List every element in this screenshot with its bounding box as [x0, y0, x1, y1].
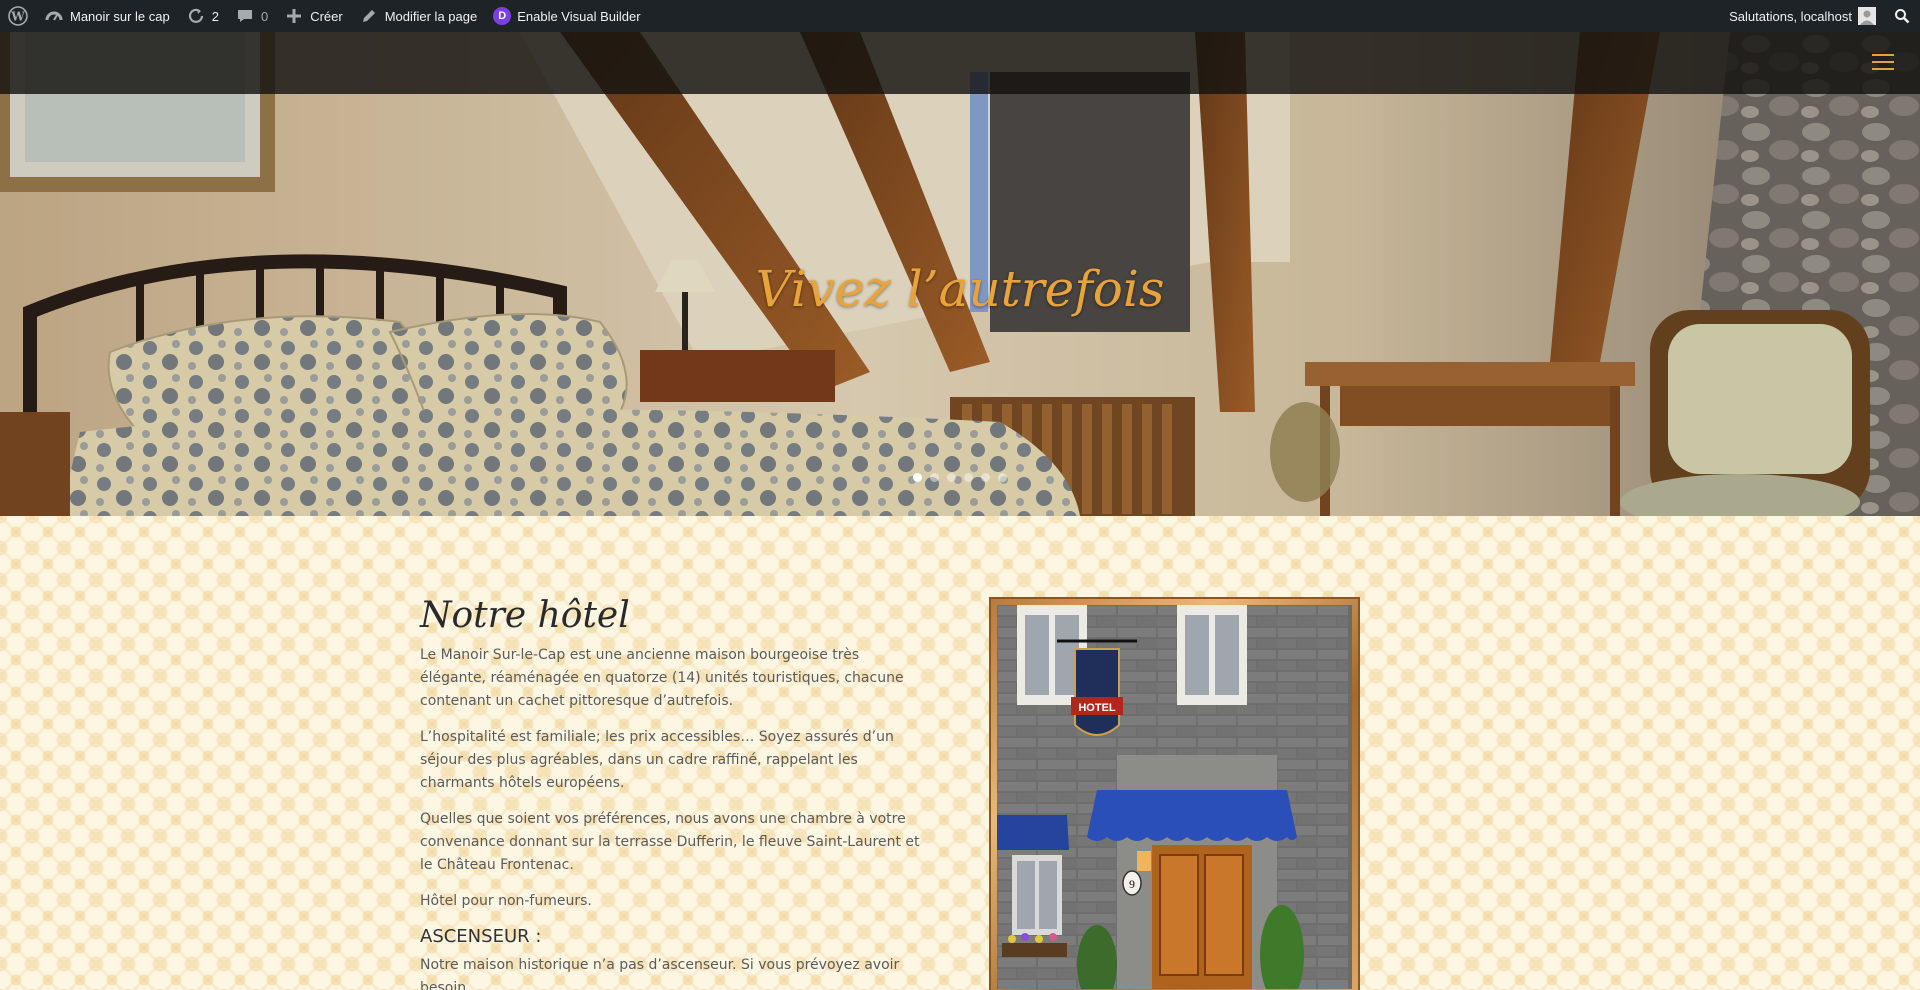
- hero-title: Vivez l’autrefois: [755, 260, 1165, 318]
- hotel-facade-image: HOTEL 9: [997, 605, 1352, 989]
- hotel-photo-frame: HOTEL 9: [989, 597, 1360, 990]
- plus-icon: [284, 6, 304, 26]
- elevator-heading: ASCENSEUR :: [420, 926, 542, 947]
- hamburger-menu-icon[interactable]: [1872, 54, 1894, 70]
- new-content-label: Créer: [310, 8, 343, 24]
- search-icon: [1892, 6, 1912, 26]
- wordpress-icon: W: [8, 6, 28, 26]
- slider-dot-4[interactable]: [964, 473, 973, 482]
- comments-icon: [235, 6, 255, 26]
- updates-link[interactable]: 2: [178, 0, 227, 32]
- slider-dot-6[interactable]: [998, 473, 1007, 482]
- slider-dot-5[interactable]: [981, 473, 990, 482]
- slider-pagination: [913, 473, 1007, 482]
- paragraph-4: Hôtel pour non-fumeurs.: [420, 893, 592, 909]
- slider-dot-1[interactable]: [913, 473, 922, 482]
- slider-dot-2[interactable]: [930, 473, 939, 482]
- site-name-link[interactable]: Manoir sur le cap: [36, 0, 178, 32]
- divi-icon: D: [493, 7, 512, 25]
- main-content: Notre hôtel Le Manoir Sur-le-Cap est une…: [0, 516, 1920, 990]
- comments-count: 0: [260, 8, 269, 24]
- comments-link[interactable]: 0: [227, 0, 276, 32]
- paragraph-2: L’hospitalité est familiale; les prix ac…: [420, 729, 894, 791]
- door-number: 9: [1129, 877, 1135, 891]
- paragraph-1: Le Manoir Sur-le-Cap est une ancienne ma…: [420, 647, 904, 709]
- account-menu[interactable]: Salutations, localhost: [1721, 0, 1884, 32]
- svg-text:W: W: [10, 10, 25, 24]
- edit-page-link[interactable]: Modifier la page: [351, 0, 486, 32]
- hotel-text-column: Notre hôtel Le Manoir Sur-le-Cap est une…: [420, 594, 920, 990]
- admin-bar: W Manoir sur le cap 2 0 Créer Modifier l…: [0, 0, 1920, 32]
- wordpress-menu[interactable]: W: [0, 0, 36, 32]
- site-name: Manoir sur le cap: [70, 8, 170, 24]
- hero-slider: Vivez l’autrefois: [0, 32, 1920, 516]
- site-header: [0, 32, 1920, 94]
- visual-builder-link[interactable]: D Enable Visual Builder: [485, 0, 648, 32]
- new-content-link[interactable]: Créer: [276, 0, 351, 32]
- greeting-text: Salutations, localhost: [1729, 8, 1852, 24]
- updates-icon: [186, 6, 206, 26]
- avatar-icon: [1858, 7, 1876, 25]
- hotel-sign-text: HOTEL: [1078, 702, 1116, 714]
- admin-search-button[interactable]: [1884, 0, 1920, 32]
- section-heading: Notre hôtel: [420, 595, 630, 636]
- pencil-icon: [359, 6, 379, 26]
- paragraph-3: Quelles que soient vos préférences, nous…: [420, 811, 920, 873]
- visual-builder-label: Enable Visual Builder: [517, 8, 641, 24]
- dashboard-icon: [44, 6, 64, 26]
- slider-dot-3[interactable]: [947, 473, 956, 482]
- edit-page-label: Modifier la page: [384, 8, 478, 24]
- elevator-paragraph: Notre maison historique n’a pas d’ascens…: [420, 957, 900, 990]
- updates-count: 2: [211, 8, 219, 24]
